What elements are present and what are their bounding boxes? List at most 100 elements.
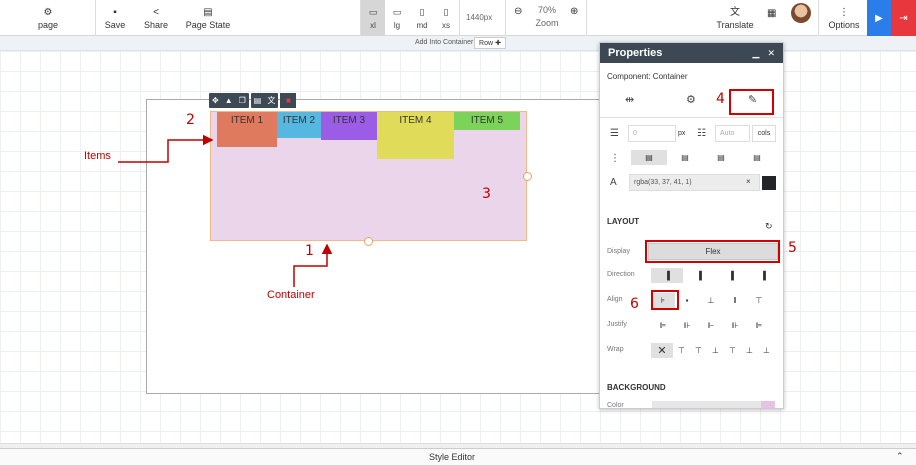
flex-item-4[interactable]: ITEM 4 <box>377 112 454 159</box>
item-label: ITEM 1 <box>230 115 264 126</box>
flex-container[interactable]: ITEM 1 ITEM 2 ITEM 3 ITEM 4 ITEM 5 <box>210 111 527 241</box>
justify-center-option[interactable]: ⊪ <box>675 318 699 333</box>
align-left-option[interactable]: ▤ <box>631 150 667 165</box>
align-end-option[interactable]: ⊥ <box>699 293 723 308</box>
justify-between-option[interactable]: ⊪ <box>723 318 747 333</box>
page-settings-button[interactable]: ⚙ page <box>24 0 72 36</box>
save-label: Save <box>104 19 126 30</box>
resize-handle-bottom[interactable] <box>364 237 373 246</box>
panel-controls: ▁ ✕ <box>753 48 775 59</box>
cols-input[interactable]: Auto <box>715 125 750 142</box>
align-justify-option[interactable]: ▤ <box>739 150 775 165</box>
justify-around-option[interactable]: ⊫ <box>747 318 771 333</box>
align-label: Align <box>607 296 623 303</box>
wrap-label: Wrap <box>607 346 624 353</box>
gear-icon: ⚙ <box>43 6 53 18</box>
database-icon[interactable]: ▤ <box>254 93 262 108</box>
text-align-icon: ⋮ <box>610 153 620 164</box>
share-button[interactable]: < Share <box>139 0 173 36</box>
zoom-value: 70% <box>537 5 556 15</box>
align-right-option[interactable]: ▤ <box>703 150 739 165</box>
device-xl-button[interactable]: ▭ xl <box>361 0 385 36</box>
annotation-number-2: 2 <box>186 112 195 128</box>
close-icon[interactable]: ✕ <box>767 48 775 59</box>
direction-row-option[interactable]: ▐ <box>651 268 683 283</box>
align-stretch-option[interactable]: ‖ <box>723 293 747 308</box>
width-input[interactable]: 0 <box>628 125 676 142</box>
zoom-label: Zoom <box>535 18 559 28</box>
justify-end-option[interactable]: ⊩ <box>699 318 723 333</box>
preview-button[interactable]: ▶ <box>867 0 891 36</box>
translate-icon[interactable]: 文 <box>267 93 275 108</box>
tab-connect[interactable]: ⇹ <box>625 93 634 106</box>
flex-item-3[interactable]: ITEM 3 <box>321 112 377 140</box>
direction-column-option[interactable]: ▐ <box>715 268 747 283</box>
device-label: xs <box>442 20 450 30</box>
zoom-control[interactable]: 70% Zoom <box>530 4 564 30</box>
wrap-option-5[interactable]: ⊥ <box>741 343 758 358</box>
color-swatch[interactable] <box>762 176 776 190</box>
wrap-option-4[interactable]: ⊤ <box>724 343 741 358</box>
page-label: page <box>37 19 59 30</box>
properties-header[interactable]: Properties ▁ ✕ <box>600 43 783 63</box>
style-editor-bar[interactable]: Style Editor ⌃ <box>0 448 916 465</box>
tablet-icon: ▯ <box>419 6 425 17</box>
copy-icon[interactable]: ❐ <box>239 93 246 108</box>
wrap-options: ✕ ⊤ ⊤ ⊥ ⊤ ⊥ ⊥ <box>651 343 775 358</box>
delete-element-button[interactable]: ■ <box>280 93 297 108</box>
page-state-button[interactable]: ▤ Page State <box>184 0 232 36</box>
justify-start-option[interactable]: ⊫ <box>651 318 675 333</box>
text-align-options: ▤ ▤ ▤ ▤ <box>631 150 775 165</box>
device-lg-button[interactable]: ▭ lg <box>385 0 409 36</box>
clear-color-button[interactable]: × <box>746 177 751 186</box>
save-button[interactable]: ▪ Save <box>100 0 130 36</box>
exit-button[interactable]: ⇥ <box>891 0 916 36</box>
wrap-option-3[interactable]: ⊥ <box>707 343 724 358</box>
bg-color-label: Color <box>607 402 624 409</box>
zoom-out-icon[interactable]: ⊖ <box>514 6 522 17</box>
wrap-option-6[interactable]: ⊥ <box>758 343 775 358</box>
flex-item-1[interactable]: ITEM 1 <box>217 112 277 147</box>
annotation-number-1: 1 <box>305 243 314 259</box>
device-md-button[interactable]: ▯ md <box>410 0 434 36</box>
align-center-option[interactable]: ▤ <box>667 150 703 165</box>
no-wrap-option[interactable]: ✕ <box>651 343 673 358</box>
flex-item-5[interactable]: ITEM 5 <box>454 112 520 130</box>
move-icon[interactable]: ✥ <box>212 93 219 108</box>
align-baseline-option[interactable]: ⊤ <box>747 293 771 308</box>
reset-icon[interactable]: ↻ <box>765 221 773 232</box>
desktop-icon: ▭ <box>368 6 378 17</box>
flex-item-2[interactable]: ITEM 2 <box>277 112 321 138</box>
avatar[interactable] <box>791 3 811 23</box>
laptop-icon: ▭ <box>392 6 402 17</box>
wrap-option-1[interactable]: ⊤ <box>673 343 690 358</box>
apps-grid-icon[interactable]: ▦ <box>767 8 776 19</box>
translate-button[interactable]: 文 Translate <box>712 0 758 36</box>
bg-color-swatch[interactable] <box>761 401 775 408</box>
columns-icon: ☷ <box>697 128 706 139</box>
direction-row-reverse-option[interactable]: ▐ <box>683 268 715 283</box>
tab-settings[interactable]: ⚙ <box>686 93 696 106</box>
bg-color-input[interactable] <box>652 401 774 408</box>
wrap-option-2[interactable]: ⊤ <box>690 343 707 358</box>
chevron-up-icon[interactable]: ⌃ <box>896 451 904 462</box>
item-label: ITEM 4 <box>399 115 432 126</box>
element-actions-2: ▤ 文 <box>250 93 279 108</box>
toolbar-divider <box>505 0 506 36</box>
toolbar-divider <box>586 0 587 36</box>
minimize-icon[interactable]: ▁ <box>753 48 760 59</box>
top-toolbar: ⚙ page ▪ Save < Share ▤ Page State ▭ xl … <box>0 0 916 36</box>
width-unit: px <box>678 130 686 137</box>
direction-column-reverse-option[interactable]: ▐ <box>747 268 779 283</box>
device-xs-button[interactable]: ▯ xs <box>434 0 458 36</box>
zoom-in-icon[interactable]: ⊕ <box>570 6 578 17</box>
item-label: ITEM 5 <box>470 115 504 126</box>
cols-button[interactable]: cols <box>752 125 776 142</box>
options-button[interactable]: ⋮ Options <box>824 0 864 36</box>
text-color-input[interactable]: rgba(33, 37, 41, 1) <box>629 174 760 191</box>
arrow-up-icon[interactable]: ▲ <box>225 93 233 108</box>
row-add-button[interactable]: Row ✚ <box>474 37 506 49</box>
highlight-display <box>645 240 780 263</box>
tab-divider <box>600 117 783 118</box>
resize-handle-right[interactable] <box>523 172 532 181</box>
